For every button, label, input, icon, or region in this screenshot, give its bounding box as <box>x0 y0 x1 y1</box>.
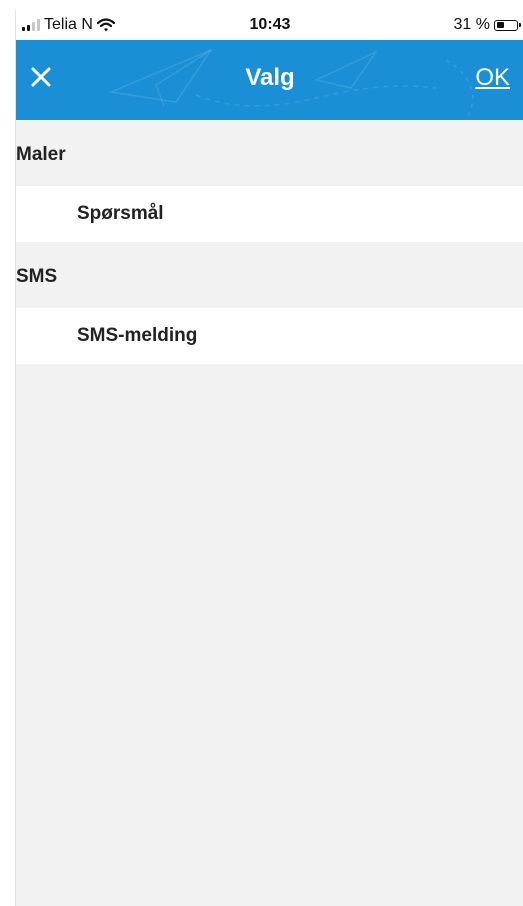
status-bar: Telia N 10:43 31 % <box>16 10 523 40</box>
list-item-label: Spørsmål <box>77 203 164 224</box>
list-item-label: SMS-melding <box>77 325 198 346</box>
section-header-sms: SMS <box>16 242 523 308</box>
section-header-maler: Maler <box>16 120 523 186</box>
status-right: 31 % <box>453 16 521 34</box>
list-item-sporsmal[interactable]: Spørsmål <box>16 186 523 242</box>
ok-button[interactable]: OK <box>475 64 510 92</box>
list-item-sms-melding[interactable]: SMS-melding <box>16 308 523 364</box>
section-header-label: SMS <box>16 266 58 287</box>
options-list: Maler Spørsmål SMS SMS-melding <box>16 120 523 364</box>
status-time: 10:43 <box>249 16 291 33</box>
app-screen: Telia N 10:43 31 % Valg OK Maler Spørsmå… <box>15 10 523 906</box>
battery-icon <box>494 19 521 31</box>
battery-percent: 31 % <box>453 16 490 33</box>
section-header-label: Maler <box>16 144 66 165</box>
navigation-bar: Valg OK <box>16 40 523 120</box>
page-title: Valg <box>245 64 295 91</box>
